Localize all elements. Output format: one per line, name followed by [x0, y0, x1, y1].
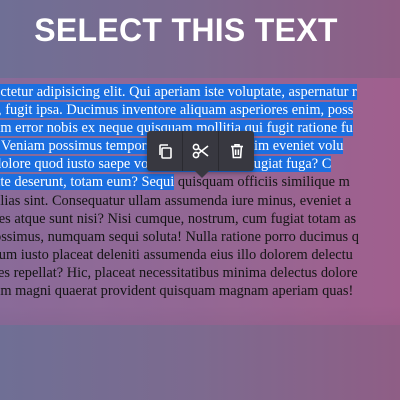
selection-toolbar	[147, 131, 254, 171]
toolbar-caret	[195, 171, 209, 178]
unselected-text[interactable]: res atque sunt nisi? Nisi cumque, nostru…	[0, 211, 356, 227]
text-line[interactable]: res atque sunt nisi? Nisi cumque, nostru…	[0, 210, 359, 228]
unselected-text[interactable]: tes repellat? Hic, placeat necessitatibu…	[0, 265, 358, 281]
text-line[interactable]: am magni quaerat provident quisquam magn…	[0, 282, 359, 300]
copy-button[interactable]	[147, 131, 183, 171]
page-title: SELECT THIS TEXT	[34, 12, 338, 48]
card-bottom-shade	[0, 305, 400, 325]
paragraph[interactable]: ectetur adipisicing elit. Qui aperiam is…	[0, 83, 359, 300]
unselected-text[interactable]: am magni quaerat provident quisquam magn…	[0, 283, 353, 299]
text-line[interactable]: tes repellat? Hic, placeat necessitatibu…	[0, 264, 359, 282]
text-line[interactable]: i, fugit ipsa. Ducimus inventore aliquam…	[0, 101, 359, 119]
delete-button[interactable]	[219, 131, 254, 171]
selected-text[interactable]: ate deserunt, totam eum? Sequi	[0, 174, 175, 191]
text-line[interactable]: alias sint. Consequatur ullam assumenda …	[0, 192, 359, 210]
text-card: ectetur adipisicing elit. Qui aperiam is…	[0, 78, 400, 325]
cut-button[interactable]	[183, 131, 219, 171]
text-line[interactable]: rum iusto placeat deleniti assumenda eiu…	[0, 246, 359, 264]
text-line[interactable]: ectetur adipisicing elit. Qui aperiam is…	[0, 83, 359, 101]
unselected-text[interactable]: alias sint. Consequatur ullam assumenda …	[0, 193, 351, 209]
text-line[interactable]: ate deserunt, totam eum? Sequi quisquam …	[0, 173, 359, 191]
unselected-text[interactable]: ossimus, numquam sequi soluta! Nulla rat…	[0, 229, 359, 245]
trash-icon	[230, 143, 244, 159]
text-line[interactable]: ossimus, numquam sequi soluta! Nulla rat…	[0, 228, 359, 246]
copy-icon	[157, 143, 173, 160]
selected-text[interactable]: ectetur adipisicing elit. Qui aperiam is…	[0, 84, 357, 100]
selected-text[interactable]: i, fugit ipsa. Ducimus inventore aliquam…	[0, 102, 354, 119]
scissors-icon	[192, 143, 210, 159]
unselected-text[interactable]: rum iusto placeat deleniti assumenda eiu…	[0, 247, 353, 263]
